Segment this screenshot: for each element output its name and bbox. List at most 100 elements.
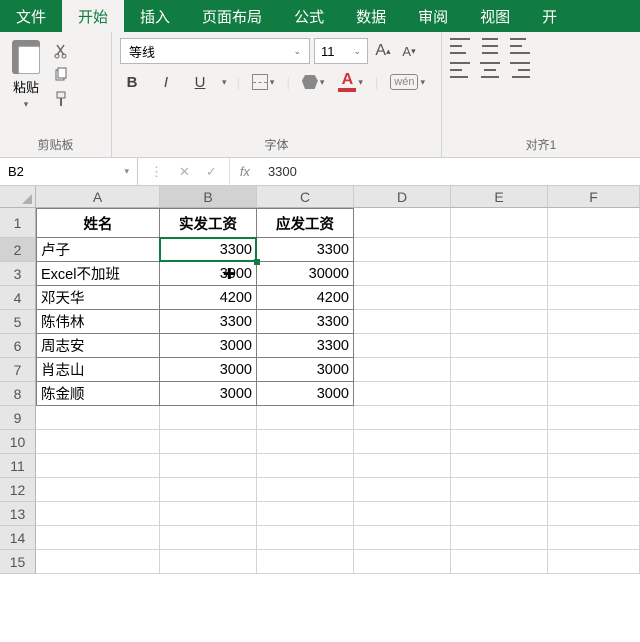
cell-F11[interactable] (548, 454, 640, 478)
cell-E12[interactable] (451, 478, 548, 502)
cell-E13[interactable] (451, 502, 548, 526)
tab-view[interactable]: 视图 (464, 0, 526, 32)
phonetic-button[interactable]: wén▾ (388, 72, 427, 92)
cell-D5[interactable] (354, 310, 451, 334)
tab-insert[interactable]: 插入 (124, 0, 186, 32)
row-header[interactable]: 7 (0, 358, 36, 382)
paste-button[interactable]: 粘贴 ▾ (8, 38, 44, 112)
underline-button[interactable]: U (188, 70, 212, 94)
copy-icon[interactable] (52, 66, 70, 84)
cell-D12[interactable] (354, 478, 451, 502)
cell-E8[interactable] (451, 382, 548, 406)
font-color-button[interactable]: A ▾ (336, 70, 365, 94)
cell-D13[interactable] (354, 502, 451, 526)
align-bottom-icon[interactable] (510, 38, 530, 54)
cell-B3[interactable]: 3000 (160, 262, 257, 286)
cell-F2[interactable] (548, 238, 640, 262)
cell-B8[interactable]: 3000 (160, 382, 257, 406)
cell-E1[interactable] (451, 208, 548, 238)
cell-B6[interactable]: 3000 (160, 334, 257, 358)
cell-C13[interactable] (257, 502, 354, 526)
cell-D15[interactable] (354, 550, 451, 574)
align-right-icon[interactable] (510, 62, 530, 78)
cell-B12[interactable] (160, 478, 257, 502)
cell-A2[interactable]: 卢子 (36, 238, 160, 262)
cell-B10[interactable] (160, 430, 257, 454)
row-header[interactable]: 4 (0, 286, 36, 310)
cell-B2[interactable]: 3300 (160, 238, 257, 262)
select-all-corner[interactable] (0, 186, 36, 208)
cell-F8[interactable] (548, 382, 640, 406)
cell-A15[interactable] (36, 550, 160, 574)
tab-home[interactable]: 开始 (62, 0, 124, 32)
tab-page-layout[interactable]: 页面布局 (186, 0, 278, 32)
cell-F13[interactable] (548, 502, 640, 526)
cancel-icon[interactable]: ✕ (179, 164, 190, 180)
cell-A12[interactable] (36, 478, 160, 502)
row-header[interactable]: 8 (0, 382, 36, 406)
cell-B14[interactable] (160, 526, 257, 550)
cell-E9[interactable] (451, 406, 548, 430)
cell-C3[interactable]: 30000 (257, 262, 354, 286)
row-header[interactable]: 1 (0, 208, 36, 238)
column-header-D[interactable]: D (354, 186, 451, 208)
fx-label[interactable]: fx (230, 158, 260, 185)
tab-data[interactable]: 数据 (340, 0, 402, 32)
cell-E14[interactable] (451, 526, 548, 550)
bold-button[interactable]: B (120, 70, 144, 94)
column-header-B[interactable]: B (160, 186, 257, 208)
increase-font-icon[interactable]: A▴ (372, 38, 394, 64)
cell-B13[interactable] (160, 502, 257, 526)
cell-F1[interactable] (548, 208, 640, 238)
cell-B1[interactable]: 实发工资 (160, 208, 257, 238)
cell-B15[interactable] (160, 550, 257, 574)
cell-E3[interactable] (451, 262, 548, 286)
cell-F9[interactable] (548, 406, 640, 430)
cell-D2[interactable] (354, 238, 451, 262)
cell-C6[interactable]: 3300 (257, 334, 354, 358)
cell-C2[interactable]: 3300 (257, 238, 354, 262)
font-size-select[interactable]: 11 ⌄ (314, 38, 368, 64)
cell-A10[interactable] (36, 430, 160, 454)
cell-A4[interactable]: 邓天华 (36, 286, 160, 310)
cell-A13[interactable] (36, 502, 160, 526)
cell-C8[interactable]: 3000 (257, 382, 354, 406)
column-header-E[interactable]: E (451, 186, 548, 208)
row-header[interactable]: 2 (0, 238, 36, 262)
cell-F6[interactable] (548, 334, 640, 358)
cell-C7[interactable]: 3000 (257, 358, 354, 382)
tab-open[interactable]: 开 (526, 0, 573, 32)
column-header-F[interactable]: F (548, 186, 640, 208)
cell-A9[interactable] (36, 406, 160, 430)
cell-E7[interactable] (451, 358, 548, 382)
cell-D4[interactable] (354, 286, 451, 310)
font-name-select[interactable]: 等线 ⌄ (120, 38, 310, 64)
chevron-down-icon[interactable]: ▾ (222, 77, 227, 88)
cell-B5[interactable]: 3300 (160, 310, 257, 334)
tab-file[interactable]: 文件 (0, 0, 62, 32)
italic-button[interactable]: I (154, 70, 178, 94)
cell-A7[interactable]: 肖志山 (36, 358, 160, 382)
cell-D3[interactable] (354, 262, 451, 286)
cell-C14[interactable] (257, 526, 354, 550)
cell-C15[interactable] (257, 550, 354, 574)
cell-F4[interactable] (548, 286, 640, 310)
cell-F7[interactable] (548, 358, 640, 382)
cell-A8[interactable]: 陈金顺 (36, 382, 160, 406)
fill-color-button[interactable]: ▾ (300, 73, 327, 91)
cell-F12[interactable] (548, 478, 640, 502)
cell-E6[interactable] (451, 334, 548, 358)
cell-D8[interactable] (354, 382, 451, 406)
cell-D6[interactable] (354, 334, 451, 358)
cell-D11[interactable] (354, 454, 451, 478)
cell-A3[interactable]: Excel不加班 (36, 262, 160, 286)
cell-D7[interactable] (354, 358, 451, 382)
row-header[interactable]: 15 (0, 550, 36, 574)
cell-C1[interactable]: 应发工资 (257, 208, 354, 238)
confirm-icon[interactable]: ✓ (206, 164, 217, 180)
cell-E10[interactable] (451, 430, 548, 454)
name-box[interactable]: B2 ▾ (0, 158, 138, 185)
cell-C5[interactable]: 3300 (257, 310, 354, 334)
formula-input[interactable]: 3300 (260, 158, 640, 185)
cell-B9[interactable] (160, 406, 257, 430)
